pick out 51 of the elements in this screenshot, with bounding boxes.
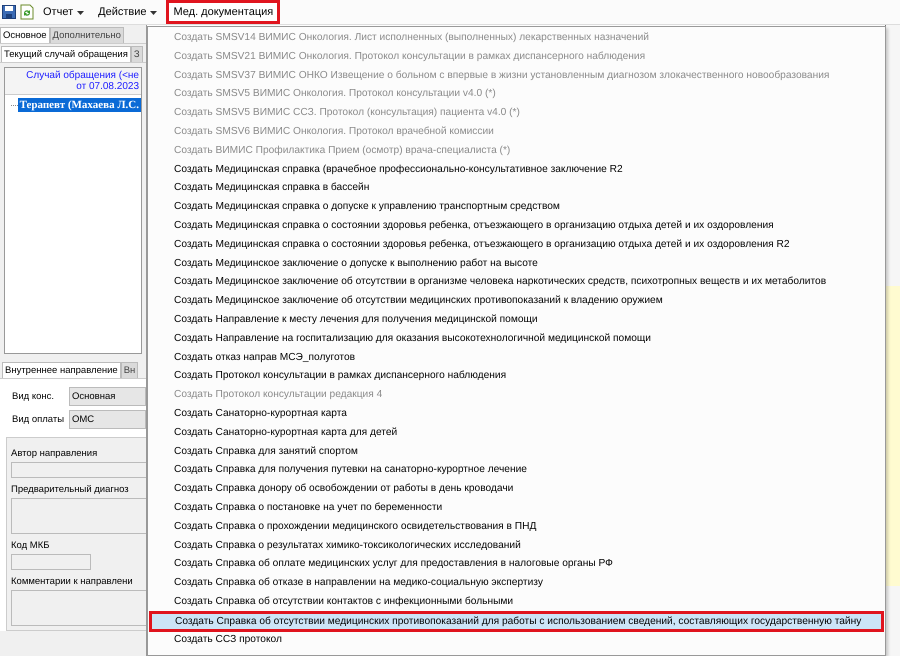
menu-item[interactable]: Создать Справка о прохождении медицинского освидетельствования в ПНД [150,518,883,537]
header-text: Случай обращения (<не [25,70,139,81]
menu-item[interactable]: Создать отказ направ МСЭ_полуготов [150,348,883,368]
input-field[interactable] [11,554,91,570]
menu-item[interactable]: Создать ССЗ протокол [150,630,883,650]
menu-item[interactable]: Создать Санаторно-курортная карта для детей [150,424,883,443]
menu-item[interactable]: Создать Санаторно-курортная карта [150,404,883,424]
menu-item[interactable]: Создать Медицинское заключение об отсутствии в организме человека наркотических средств, психотропных веществ и их метаболитов [150,273,883,292]
field-label: Код МКБ [11,540,50,551]
save-icon[interactable] [2,5,16,19]
menu-item[interactable]: Создать Справка об отсутствии медицинских противопоказаний для работы с использованием сведений, составляющих государственную тайну [150,612,883,630]
menu-item[interactable]: Создать Справка об оплате медицинских услуг для предоставления в налоговые органы РФ [150,555,883,574]
menu-item[interactable]: Создать Медицинская справка о допуске к управлению транспортным средством [150,198,883,217]
tab[interactable]: Основное [0,27,50,43]
menu-item[interactable]: Создать Протокол консультации в рамках диспансерного наблюдения [150,367,883,386]
dropdown-field[interactable]: Основная [69,387,146,406]
header-text: от 07.08.2023 [75,81,139,92]
menu-item[interactable]: Создать Медицинская справка (врачебное профессионально-консультативное заключение R2 [150,160,883,180]
input-field[interactable] [11,462,146,478]
dropdown-field[interactable]: ОМС [69,410,146,429]
menu-item[interactable]: Создать Справка о постановке на учет по беременности [150,498,883,518]
toolbar-menu-button[interactable]: Отчет [38,2,90,22]
menu-item[interactable]: Создать Справка об отсутствии контактов с инфекционными больными [150,592,883,612]
menu-item[interactable]: Создать Справка для занятий спортом [150,442,883,462]
menu-item[interactable]: Создать Медицинское заключение о допуске к выполнению работ на высоте [150,254,883,274]
tab[interactable]: Дополнительно [50,27,124,43]
tab[interactable]: Текущий случай обращения [1,46,131,62]
menu-item[interactable]: Создать Медицинская справка в бассейн [150,179,883,198]
menu-item[interactable]: Создать Справка о результатах химико-токсикологических исследований [150,536,883,556]
tab[interactable]: Вн [120,362,138,378]
menu-item[interactable]: Создать Справка об отказе в направлении на медико-социальную экспертизу [150,574,883,593]
input-field[interactable] [11,498,146,534]
menu-item[interactable]: Создать Медицинское заключение об отсутствии медицинских противопоказаний к владению оружием [150,292,883,311]
tab[interactable]: Внутреннее направление [2,362,121,378]
refresh-icon[interactable] [20,4,34,20]
toolbar-menu-button[interactable]: Действие [93,2,162,22]
menu-item[interactable]: Создать Медицинская справка о состоянии здоровья ребенка, отъезжающего в организацию отдыха детей и их оздоровления R2 [150,236,883,255]
field-label: Вид конс. [12,391,56,402]
menu-item[interactable]: Создать Направление к месту лечения для получения медицинской помощи [150,310,883,330]
tree-node[interactable]: Терапевт (Махаева Л.С. [18,98,141,112]
toolbar-menu-button[interactable]: Мед. документация [166,0,280,24]
menu-item[interactable]: Создать Справка для получения путевки на санаторно-курортное лечение [150,461,883,480]
field-label: Комментарии к направлени [11,576,134,587]
field-label: Предварительный диагноз [11,484,130,495]
tab[interactable]: З [130,46,143,62]
menu-item[interactable]: Создать Медицинская справка о состоянии здоровья ребенка, отъезжающего в организацию отдыха детей и их оздоровления [150,216,883,236]
input-field[interactable] [11,590,146,626]
field-label: Автор направления [11,448,98,459]
menu-item[interactable]: Создать Справка донору об освобождении от работы в день кроводачи [150,480,883,499]
field-label: Вид оплаты [12,414,66,425]
menu-item[interactable]: Создать Направление на госпитализацию для оказания высокотехнологичной медицинской помощи [150,330,883,349]
